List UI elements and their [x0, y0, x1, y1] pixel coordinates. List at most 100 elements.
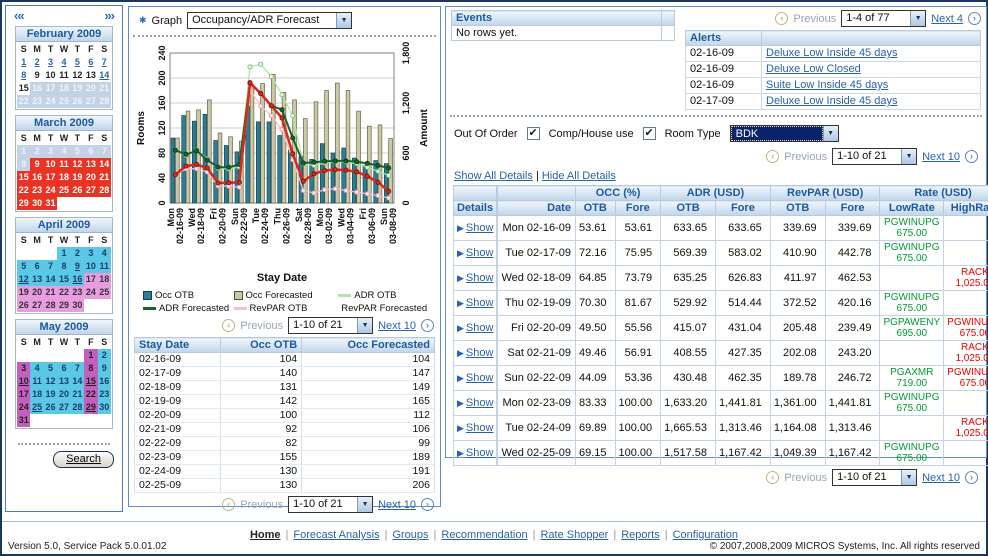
next-icon[interactable]: › [421, 498, 434, 511]
calendar-day[interactable]: 17 [84, 273, 97, 286]
calendar-day[interactable]: 12 [17, 273, 30, 286]
footer-link-forecast-analysis[interactable]: Forecast Analysis [293, 529, 379, 541]
calendar-day[interactable]: 28 [44, 299, 57, 312]
column-header-stay-date[interactable]: Stay Date [135, 338, 221, 353]
calendar-day[interactable]: 6 [84, 56, 97, 69]
calendar-day[interactable]: 8 [17, 69, 30, 82]
calendar-day[interactable]: 23 [98, 388, 111, 401]
next-icon[interactable]: › [965, 150, 978, 163]
calendar-day[interactable]: 4 [30, 362, 43, 375]
calendar-day[interactable]: 12 [71, 69, 84, 82]
calendar-day[interactable]: 28 [98, 184, 111, 197]
calendar-day[interactable]: 20 [84, 82, 97, 95]
calendar-day[interactable]: 28 [98, 95, 111, 108]
calendar-day[interactable]: 29 [17, 197, 30, 210]
column-header-occ-fore[interactable]: Fore [615, 201, 661, 216]
calendar-next-icon[interactable]: »› [104, 8, 114, 23]
column-header-occ-otb[interactable]: Occ OTB [220, 338, 301, 353]
calendar-day[interactable]: 3 [44, 145, 57, 158]
show-details-link[interactable]: Show [466, 247, 494, 259]
calendar-day[interactable]: 21 [98, 82, 111, 95]
calendar-day[interactable]: 22 [17, 95, 30, 108]
calendar-day[interactable]: 27 [84, 95, 97, 108]
alert-link[interactable]: Deluxe Low Closed [766, 63, 861, 75]
calendar-day[interactable]: 17 [17, 388, 30, 401]
calendar-day[interactable]: 24 [44, 95, 57, 108]
calendar-day[interactable]: 2 [71, 247, 84, 260]
calendar-day[interactable]: 7 [44, 260, 57, 273]
calendar-day[interactable]: 15 [17, 171, 30, 184]
comp-house-checkbox[interactable]: ✔ [643, 127, 656, 140]
column-header-adr-otb[interactable]: OTB [661, 201, 716, 216]
calendar-day[interactable]: 4 [57, 56, 70, 69]
show-details-link[interactable]: Show [466, 272, 494, 284]
column-header-lowrate[interactable]: LowRate [880, 201, 944, 216]
calendar-day[interactable]: 19 [44, 388, 57, 401]
show-details-link[interactable]: Show [466, 422, 494, 434]
show-details-link[interactable]: Show [466, 347, 494, 359]
alert-link[interactable]: Suite Low Inside 45 days [766, 79, 888, 91]
calendar-day[interactable]: 1 [17, 56, 30, 69]
calendar-day[interactable]: 1 [84, 349, 97, 362]
calendar-day[interactable]: 22 [57, 286, 70, 299]
calendar-day[interactable]: 27 [84, 184, 97, 197]
calendar-day[interactable]: 7 [98, 56, 111, 69]
search-button[interactable]: Search [53, 451, 114, 468]
page-range-select[interactable]: 1-10 of 21 ▼ [832, 469, 917, 486]
calendar-day[interactable]: 7 [71, 362, 84, 375]
show-details-link[interactable]: Show [466, 447, 494, 459]
show-details-link[interactable]: Show [466, 297, 494, 309]
calendar-day[interactable]: 25 [30, 401, 43, 414]
calendar-day[interactable]: 11 [57, 158, 70, 171]
calendar-day[interactable]: 6 [84, 145, 97, 158]
room-type-select[interactable]: BDK ▼ [730, 125, 839, 142]
calendar-day[interactable]: 24 [84, 286, 97, 299]
calendar-day[interactable]: 3 [84, 247, 97, 260]
calendar-day[interactable]: 9 [71, 260, 84, 273]
show-details-link[interactable]: Show [466, 322, 494, 334]
calendar-day[interactable]: 15 [57, 273, 70, 286]
calendar-day[interactable]: 13 [84, 158, 97, 171]
footer-link-reports[interactable]: Reports [621, 529, 660, 541]
calendar-day[interactable]: 5 [71, 145, 84, 158]
calendar-day[interactable]: 8 [17, 158, 30, 171]
footer-link-recommendation[interactable]: Recommendation [441, 529, 527, 541]
calendar-day[interactable]: 30 [71, 299, 84, 312]
next-link[interactable]: Next 10 [922, 151, 960, 163]
show-details-link[interactable]: Show [466, 372, 494, 384]
calendar-day[interactable]: 26 [71, 95, 84, 108]
calendar-day[interactable]: 10 [84, 260, 97, 273]
calendar-day[interactable]: 31 [44, 197, 57, 210]
next-link[interactable]: Next 10 [922, 472, 960, 484]
calendar-day[interactable]: 15 [17, 82, 30, 95]
calendar-day[interactable]: 5 [71, 56, 84, 69]
column-header-adr-fore[interactable]: Fore [715, 201, 770, 216]
calendar-day[interactable]: 16 [71, 273, 84, 286]
calendar-day[interactable]: 16 [30, 82, 43, 95]
calendar-day[interactable]: 24 [44, 184, 57, 197]
footer-link-home[interactable]: Home [250, 529, 281, 541]
next-link[interactable]: Next 4 [931, 13, 963, 25]
next-icon[interactable]: › [965, 471, 978, 484]
calendar-day[interactable]: 22 [84, 388, 97, 401]
page-range-select[interactable]: 1-10 of 21 ▼ [288, 496, 373, 513]
calendar-day[interactable]: 14 [44, 273, 57, 286]
calendar-day[interactable]: 10 [44, 158, 57, 171]
calendar-day[interactable]: 10 [17, 375, 30, 388]
calendar-day[interactable]: 26 [17, 299, 30, 312]
calendar-day[interactable]: 12 [71, 158, 84, 171]
calendar-day[interactable]: 13 [84, 69, 97, 82]
calendar-day[interactable]: 14 [71, 375, 84, 388]
calendar-day[interactable]: 15 [84, 375, 97, 388]
calendar-day[interactable]: 16 [30, 171, 43, 184]
calendar-day[interactable]: 26 [71, 184, 84, 197]
column-header-details[interactable]: Details [454, 201, 497, 216]
calendar-day[interactable]: 18 [98, 273, 111, 286]
calendar-day[interactable]: 23 [71, 286, 84, 299]
column-header-occ-forecasted[interactable]: Occ Forecasted [302, 338, 435, 353]
page-range-select[interactable]: 1-10 of 21 ▼ [288, 317, 373, 334]
footer-link-configuration[interactable]: Configuration [673, 529, 738, 541]
calendar-day[interactable]: 2 [30, 145, 43, 158]
calendar-day[interactable]: 28 [71, 401, 84, 414]
calendar-day[interactable]: 23 [30, 184, 43, 197]
